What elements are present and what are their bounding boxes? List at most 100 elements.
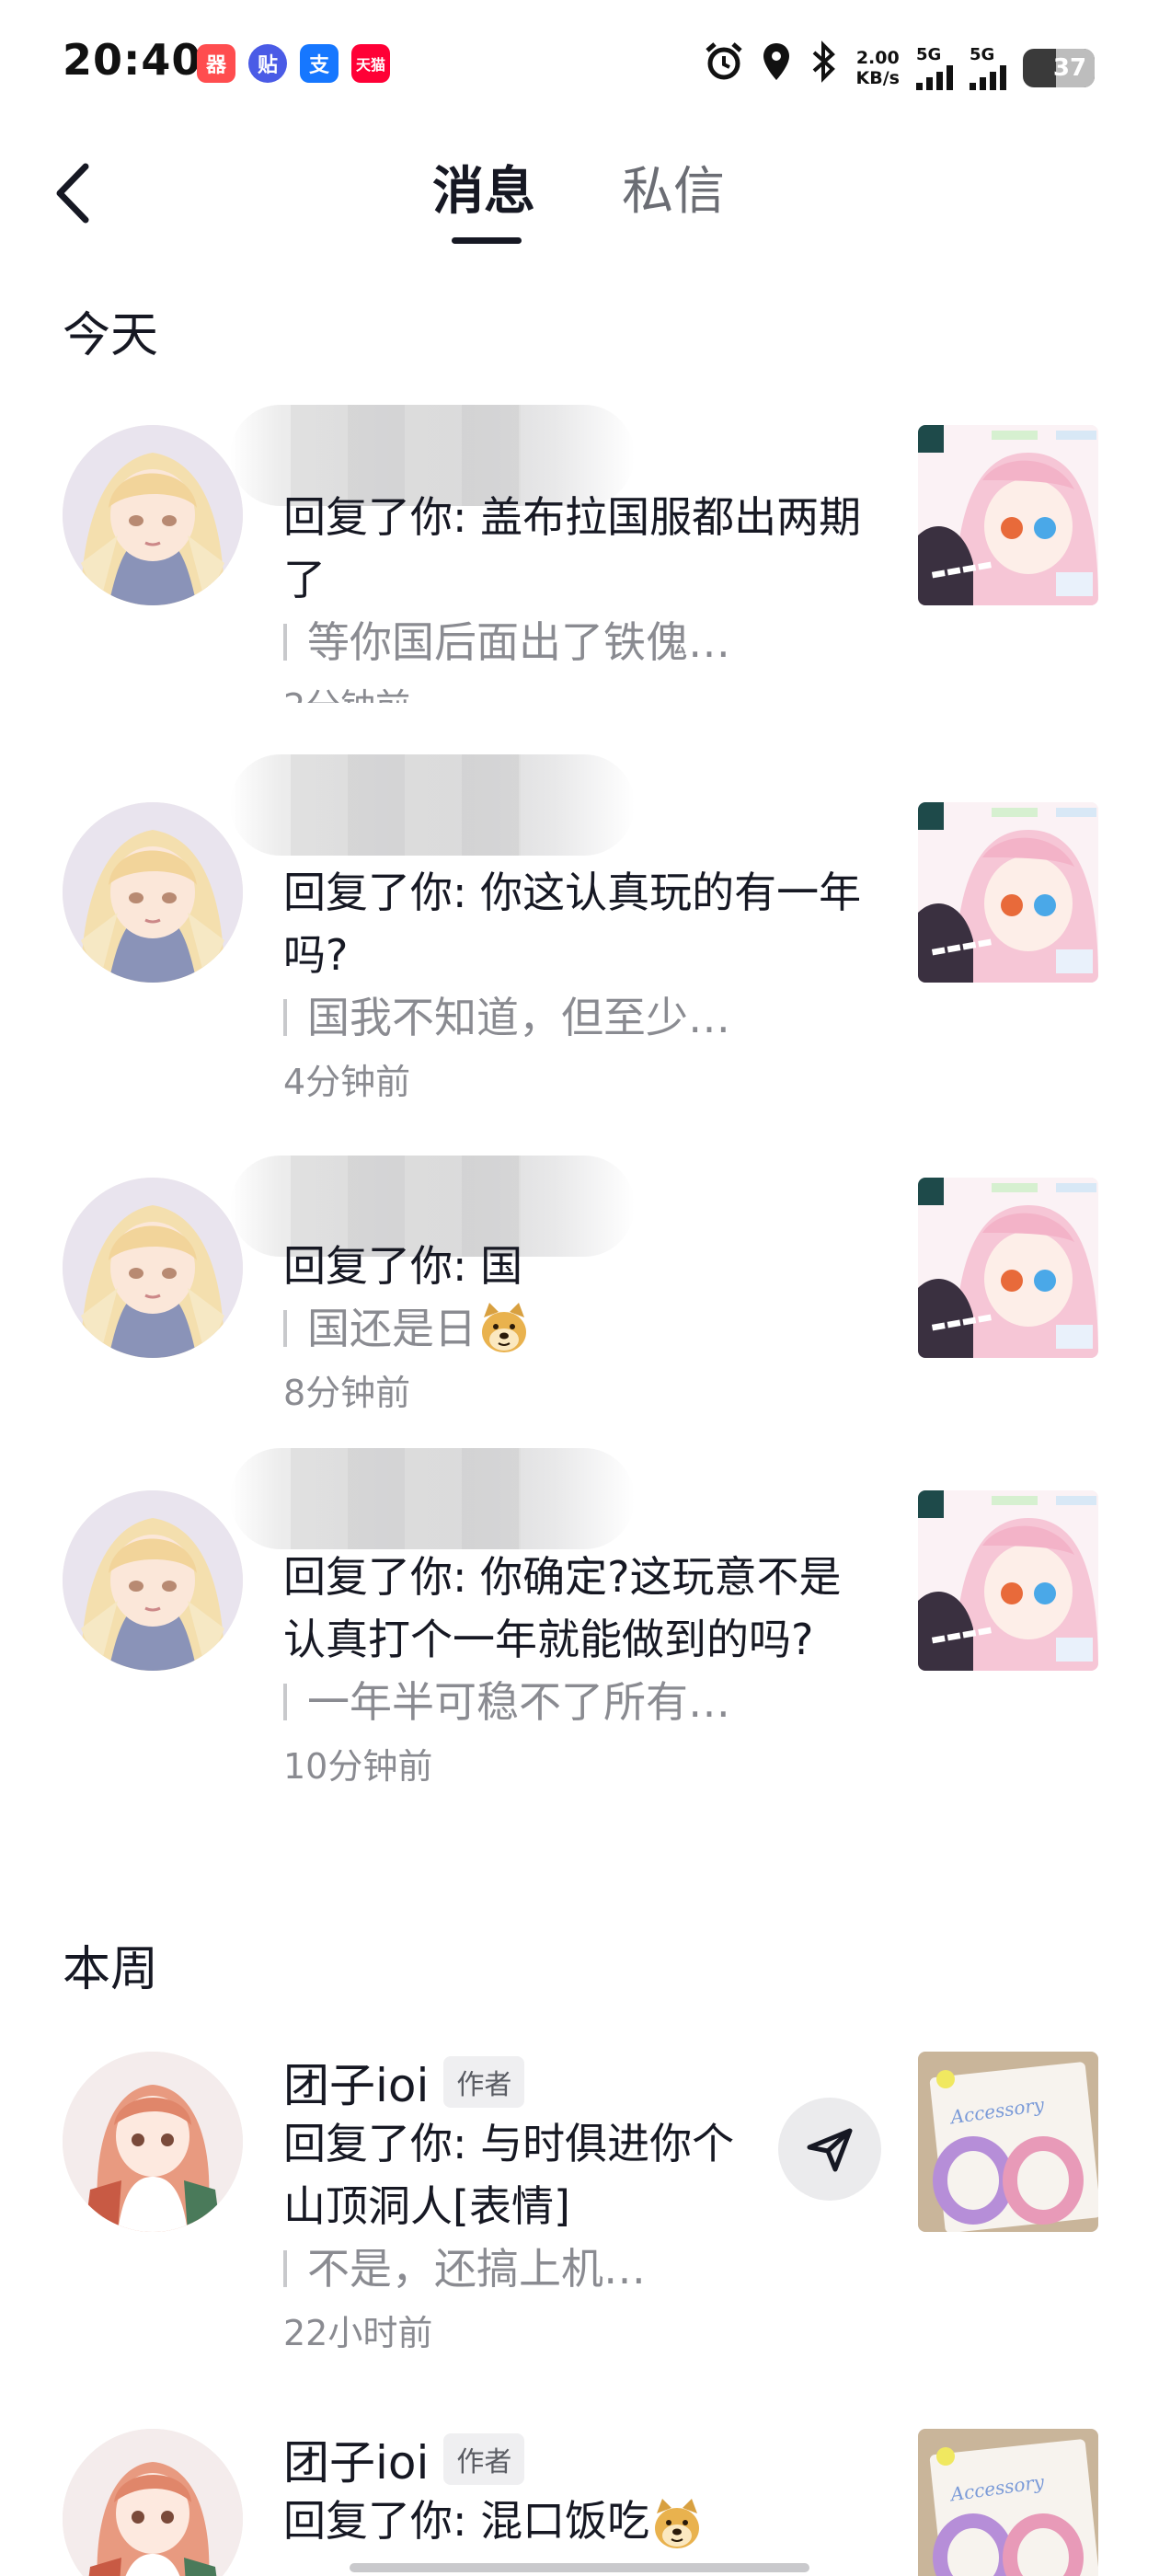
quoted-text: 一年半可稳不了所有… bbox=[307, 1677, 730, 1727]
post-thumbnail-image bbox=[918, 425, 1098, 605]
quote-bar bbox=[283, 1684, 287, 1720]
timestamp: 4分钟前 bbox=[283, 1062, 411, 1102]
quoted-text: 国我不知道，但至少… bbox=[307, 993, 730, 1042]
quote-bar bbox=[283, 2250, 287, 2287]
user-avatar-image bbox=[63, 2052, 243, 2232]
reply-text: 回复了你: 盖布拉国服都出两期了 bbox=[283, 492, 862, 604]
timestamp: 8分钟前 bbox=[283, 1373, 411, 1413]
tab-messages[interactable]: 消息 bbox=[432, 160, 535, 224]
doge-emoji bbox=[476, 1301, 532, 1356]
timestamp: 22小时前 bbox=[283, 2313, 433, 2353]
chevron-left-icon bbox=[56, 163, 89, 224]
post-thumbnail[interactable] bbox=[918, 425, 1098, 605]
quote-bar bbox=[283, 1310, 287, 1347]
post-thumbnail[interactable] bbox=[918, 1178, 1098, 1358]
signal-1-bars-icon bbox=[916, 64, 953, 90]
user-avatar-image bbox=[63, 802, 243, 983]
post-thumbnail-image bbox=[918, 1490, 1098, 1671]
message-content: 团子ioi 作者 回复了你: 混口饭吃 bbox=[283, 2429, 872, 2552]
user-avatar-image bbox=[63, 1490, 243, 1671]
tab-private-messages[interactable]: 私信 bbox=[622, 160, 725, 224]
quoted-text: 等你国后面出了铁傀… bbox=[307, 617, 730, 667]
name-row: 团子ioi 作者 bbox=[283, 2052, 762, 2112]
user-avatar-image bbox=[63, 2429, 243, 2576]
avatar[interactable] bbox=[63, 2429, 243, 2576]
post-thumbnail-image bbox=[918, 802, 1098, 983]
quoted-text: 国还是日 bbox=[307, 1304, 476, 1353]
user-avatar-image bbox=[63, 1178, 243, 1358]
quoted-comment: 一年半可稳不了所有… bbox=[283, 1671, 872, 1733]
battery-level: 37 bbox=[1052, 53, 1087, 82]
signal-1: 5G bbox=[916, 44, 953, 90]
timestamp: 2分钟前 bbox=[283, 677, 872, 703]
reply-text: 回复了你: 国 bbox=[283, 1241, 523, 1291]
app-badge-tmall-icon: 天猫 bbox=[351, 44, 390, 83]
network-speed-unit: KB/s bbox=[855, 67, 900, 88]
status-indicators: 2.00 KB/s 5G 5G 37 bbox=[704, 40, 1095, 95]
avatar[interactable] bbox=[63, 2052, 243, 2232]
avatar[interactable] bbox=[63, 802, 243, 983]
signal-2: 5G bbox=[970, 44, 1006, 90]
quoted-comment: 不是，还搞上机… bbox=[283, 2237, 762, 2300]
username[interactable]: 团子ioi bbox=[283, 2049, 429, 2115]
signal-2-bars-icon bbox=[970, 64, 1006, 90]
quoted-comment: 国我不知道，但至少… bbox=[283, 986, 872, 1049]
location-icon bbox=[761, 41, 792, 94]
signal-2-label: 5G bbox=[970, 44, 995, 64]
header: 消息 私信 bbox=[0, 138, 1159, 267]
alarm-icon bbox=[704, 41, 744, 94]
tab-active-indicator bbox=[452, 237, 522, 244]
doge-emoji bbox=[649, 2497, 705, 2552]
send-icon bbox=[807, 2128, 853, 2172]
app-badge-red-icon: 器 bbox=[197, 44, 235, 83]
reply-text: 回复了你: 你确定?这玩意不是认真打个一年就能做到的吗? bbox=[283, 1552, 842, 1664]
message-content: 回复了你: 你这认真玩的有一年吗? 国我不知道，但至少… 4分钟前 bbox=[283, 861, 872, 1111]
post-thumbnail[interactable] bbox=[918, 1490, 1098, 1671]
reply-send-button[interactable] bbox=[778, 2098, 881, 2201]
quote-bar bbox=[283, 999, 287, 1036]
quoted-comment: 等你国后面出了铁傀… bbox=[283, 611, 872, 673]
post-thumbnail-image bbox=[918, 2052, 1098, 2232]
quoted-comment: 国还是日 bbox=[283, 1297, 872, 1360]
section-title-today: 今天 bbox=[63, 308, 159, 363]
post-thumbnail-image bbox=[918, 2429, 1098, 2576]
app-badge-alipay-icon: 支 bbox=[300, 44, 339, 83]
section-title-this-week: 本周 bbox=[63, 1942, 159, 1997]
network-speed-value: 2.00 bbox=[855, 47, 900, 68]
quoted-text: 不是，还搞上机… bbox=[307, 2244, 646, 2294]
username[interactable]: 团子ioi bbox=[283, 2426, 429, 2492]
reply-text: 回复了你: 混口饭吃 bbox=[283, 2490, 872, 2552]
app-badge-tieba-icon: 贴 bbox=[248, 44, 287, 83]
blurred-username bbox=[230, 1448, 635, 1549]
post-thumbnail[interactable] bbox=[918, 2429, 1098, 2576]
network-speed: 2.00 KB/s bbox=[856, 48, 900, 88]
status-time: 20:40 bbox=[63, 35, 202, 85]
timestamp: 10分钟前 bbox=[283, 1746, 433, 1787]
bluetooth-icon bbox=[809, 40, 840, 95]
post-thumbnail-image bbox=[918, 1178, 1098, 1358]
home-indicator[interactable] bbox=[350, 2563, 809, 2572]
reply-text: 回复了你: 你这认真玩的有一年吗? bbox=[283, 868, 862, 980]
message-content: 团子ioi 作者 回复了你: 与时俱进你个山顶洞人[表情] 不是，还搞上机… 2… bbox=[283, 2052, 762, 2363]
signal-1-label: 5G bbox=[916, 44, 942, 64]
avatar[interactable] bbox=[63, 1178, 243, 1358]
avatar[interactable] bbox=[63, 1490, 243, 1671]
message-content: 回复了你: 国 国还是日 8分钟前 bbox=[283, 1235, 872, 1422]
avatar[interactable] bbox=[63, 425, 243, 605]
notification-app-icons: 器 贴 支 天猫 bbox=[197, 44, 390, 83]
author-badge: 作者 bbox=[443, 2056, 525, 2108]
message-content: 回复了你: 盖布拉国服都出两期了 等你国后面出了铁傀… 2分钟前 bbox=[283, 486, 872, 703]
blurred-username bbox=[230, 754, 635, 856]
message-content: 回复了你: 你确定?这玩意不是认真打个一年就能做到的吗? 一年半可稳不了所有… … bbox=[283, 1546, 872, 1796]
author-badge: 作者 bbox=[443, 2433, 525, 2485]
post-thumbnail[interactable] bbox=[918, 2052, 1098, 2232]
battery-icon: 37 bbox=[1023, 48, 1095, 87]
reply-text-content: 回复了你: 混口饭吃 bbox=[283, 2496, 650, 2546]
reply-text: 回复了你: 与时俱进你个山顶洞人[表情] bbox=[283, 2119, 735, 2231]
quote-bar bbox=[283, 624, 287, 661]
back-button[interactable] bbox=[37, 156, 110, 230]
post-thumbnail[interactable] bbox=[918, 802, 1098, 983]
name-row: 团子ioi 作者 bbox=[283, 2429, 872, 2490]
status-bar: 20:40 器 贴 支 天猫 2.00 KB/s 5G 5G 37 bbox=[0, 0, 1159, 129]
user-avatar-image bbox=[63, 425, 243, 605]
